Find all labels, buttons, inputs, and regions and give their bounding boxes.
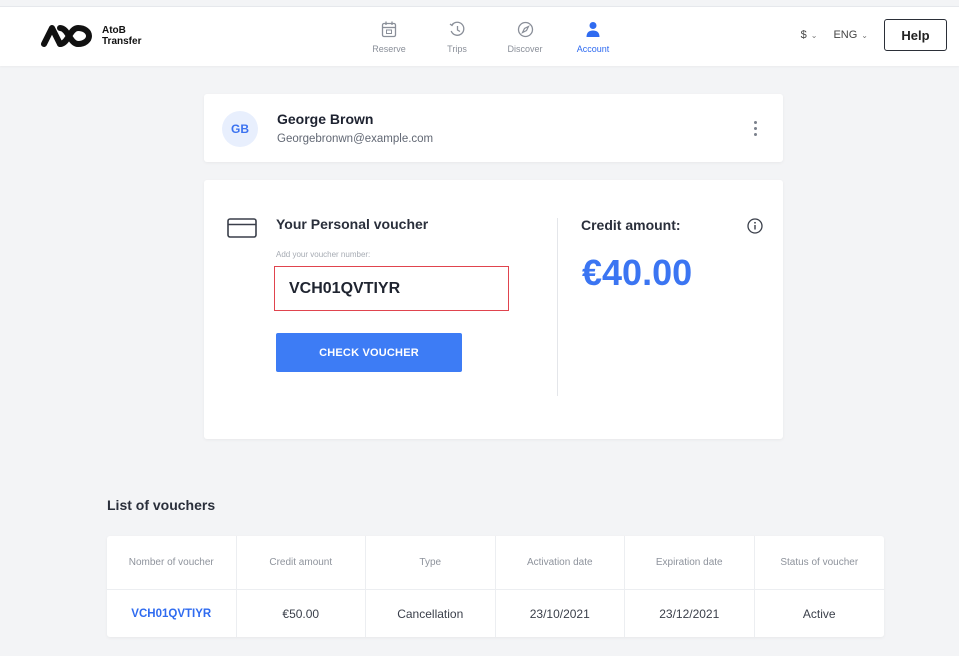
- table-cell-expiration: 23/12/2021: [625, 590, 755, 637]
- column-header: Activation date: [496, 536, 625, 589]
- header-tools: $ ⌄ ENG ⌄ Help: [801, 19, 947, 51]
- info-icon[interactable]: [747, 218, 763, 238]
- language-value: ENG: [833, 29, 858, 41]
- column-header: Status of voucher: [780, 557, 859, 568]
- nav-item-discover[interactable]: Discover: [491, 7, 559, 67]
- table-cell-status: Active: [802, 606, 836, 621]
- column-header: Credit amount: [237, 536, 366, 589]
- brand-name: AtoB Transfer: [102, 25, 141, 47]
- avatar: GB: [222, 111, 258, 147]
- currency-value: $: [800, 29, 807, 41]
- voucher-table: Nomber of voucher Credit amount Type Act…: [107, 536, 884, 637]
- nav-item-account[interactable]: Account: [559, 7, 627, 67]
- compass-icon: [517, 19, 534, 39]
- voucher-card: Your Personal voucher Add your voucher n…: [204, 180, 783, 439]
- user-icon: [586, 19, 600, 39]
- credit-amount-value: €40.00: [582, 252, 693, 293]
- logo[interactable]: AtoB Transfer: [38, 23, 141, 49]
- column-header: Expiration date: [625, 536, 755, 589]
- nav-label-reserve: Reserve: [372, 44, 406, 54]
- currency-dropdown[interactable]: $ ⌄: [801, 29, 818, 41]
- main-nav: Reserve Trips Discover Account: [355, 7, 627, 67]
- vertical-divider: [557, 218, 558, 396]
- top-header: AtoB Transfer Reserve Trips Discover Acc…: [0, 6, 959, 66]
- brand-line-2: Transfer: [102, 36, 142, 47]
- check-voucher-button[interactable]: CHECK VOUCHER: [276, 333, 462, 372]
- logo-icon: [41, 24, 93, 48]
- credit-amount-label: Credit amount:: [581, 217, 681, 233]
- column-header: Type: [366, 536, 496, 589]
- profile-card: GB George Brown Georgebronwn@example.com: [204, 94, 783, 162]
- language-dropdown[interactable]: ENG ⌄: [833, 29, 868, 41]
- table-cell-type: Cancellation: [366, 590, 496, 637]
- voucher-list-title: List of vouchers: [107, 497, 216, 513]
- chevron-down-icon: ⌄: [810, 30, 818, 40]
- nav-label-discover: Discover: [507, 44, 543, 54]
- voucher-number-input[interactable]: [274, 266, 509, 311]
- table-row: VCH01QVTIYR €50.00 Cancellation 23/10/20…: [107, 590, 884, 637]
- help-button[interactable]: Help: [884, 19, 947, 51]
- column-header: Nomber of voucher: [107, 536, 237, 589]
- chevron-down-icon: ⌄: [861, 30, 868, 40]
- history-icon: [449, 19, 466, 39]
- credit-card-icon: [227, 218, 257, 242]
- nav-label-account: Account: [576, 44, 610, 54]
- voucher-title: Your Personal voucher: [276, 216, 429, 232]
- table-cell-activation: 23/10/2021: [496, 590, 625, 637]
- voucher-number-link[interactable]: VCH01QVTIYR: [107, 590, 237, 637]
- calendar-icon: [381, 19, 397, 39]
- table-cell-credit: €50.00: [237, 590, 366, 637]
- profile-email: Georgebronwn@example.com: [277, 133, 434, 145]
- profile-name: George Brown: [277, 111, 374, 127]
- nav-item-trips[interactable]: Trips: [423, 7, 491, 67]
- nav-label-trips: Trips: [447, 44, 467, 54]
- voucher-input-label: Add your voucher number:: [276, 250, 371, 259]
- table-header-row: Nomber of voucher Credit amount Type Act…: [107, 536, 884, 590]
- nav-item-reserve[interactable]: Reserve: [355, 7, 423, 67]
- brand-line-1: AtoB: [102, 25, 126, 36]
- more-options-icon[interactable]: [749, 118, 761, 138]
